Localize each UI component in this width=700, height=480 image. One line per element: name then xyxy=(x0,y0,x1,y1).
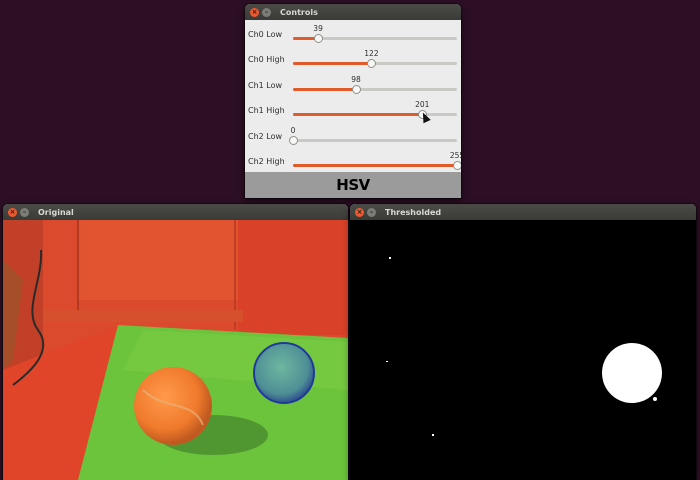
camera-scene xyxy=(3,220,348,480)
thresholded-image xyxy=(350,220,696,480)
slider-fill xyxy=(293,113,423,117)
thresholded-titlebar[interactable]: × – Thresholded xyxy=(350,204,696,220)
close-icon[interactable]: × xyxy=(250,7,259,17)
slider-label: Ch2 High xyxy=(248,156,285,166)
slider-label: Ch2 Low xyxy=(248,131,283,141)
close-icon[interactable]: × xyxy=(355,207,364,217)
slider-row: Ch0 High 122 xyxy=(245,45,461,70)
slider-fill xyxy=(293,87,357,91)
blue-ball xyxy=(253,342,315,404)
window-title: Original xyxy=(38,207,74,217)
slider-row: Ch0 Low 39 xyxy=(245,20,461,45)
slider-label: Ch1 Low xyxy=(248,80,283,90)
thresholded-window: × – Thresholded xyxy=(350,204,696,480)
slider-row: Ch1 Low 98 xyxy=(245,71,461,96)
slider-value: 255 xyxy=(449,150,461,160)
slider-value: 122 xyxy=(364,49,379,59)
minimize-icon[interactable]: – xyxy=(262,7,271,17)
threshold-mask xyxy=(350,220,696,480)
detected-blob xyxy=(602,343,662,403)
orange-ball xyxy=(134,367,212,445)
slider-track[interactable]: 98 xyxy=(293,75,457,94)
slider-row: Ch2 High 255 xyxy=(245,147,461,172)
close-icon[interactable]: × xyxy=(8,207,17,217)
slider-track[interactable]: 255 xyxy=(293,151,461,170)
slider-value: 39 xyxy=(313,24,323,33)
window-title: Thresholded xyxy=(385,207,442,217)
original-camera-image xyxy=(3,220,348,480)
slider-thumb[interactable] xyxy=(351,84,361,94)
slider-row: Ch2 Low 0 xyxy=(245,122,461,147)
slider-label: Ch0 Low xyxy=(248,30,283,39)
slider-value: 98 xyxy=(351,74,361,84)
slider-track[interactable]: 39 xyxy=(293,24,457,43)
original-window: × – Original xyxy=(3,204,348,480)
slider-label: Ch1 High xyxy=(248,106,285,116)
slider-thumb[interactable] xyxy=(366,59,376,69)
controls-titlebar[interactable]: × – Controls xyxy=(245,4,461,20)
slider-thumb[interactable] xyxy=(313,34,323,43)
slider-fill xyxy=(293,62,372,66)
slider-thumb[interactable] xyxy=(452,160,461,170)
slider-fill xyxy=(293,163,457,167)
slider-track[interactable]: 0 xyxy=(288,126,457,145)
slider-track[interactable]: 122 xyxy=(293,49,457,69)
minimize-icon[interactable]: – xyxy=(367,207,376,217)
slider-label: Ch0 High xyxy=(248,55,285,65)
minimize-icon[interactable]: – xyxy=(20,207,29,217)
original-titlebar[interactable]: × – Original xyxy=(3,204,348,220)
slider-value: 201 xyxy=(415,100,430,110)
controls-window: × – Controls Ch0 Low 39 Ch0 High 122 Ch1 Low… xyxy=(245,4,461,198)
window-title: Controls xyxy=(280,7,318,17)
slider-thumb[interactable] xyxy=(288,135,298,145)
slider-value: 0 xyxy=(290,125,296,135)
hsv-label: HSV xyxy=(245,172,461,198)
slider-track[interactable]: 201 xyxy=(293,100,457,120)
slider-list: Ch0 Low 39 Ch0 High 122 Ch1 Low 98 Ch1 High 201… xyxy=(245,20,461,172)
